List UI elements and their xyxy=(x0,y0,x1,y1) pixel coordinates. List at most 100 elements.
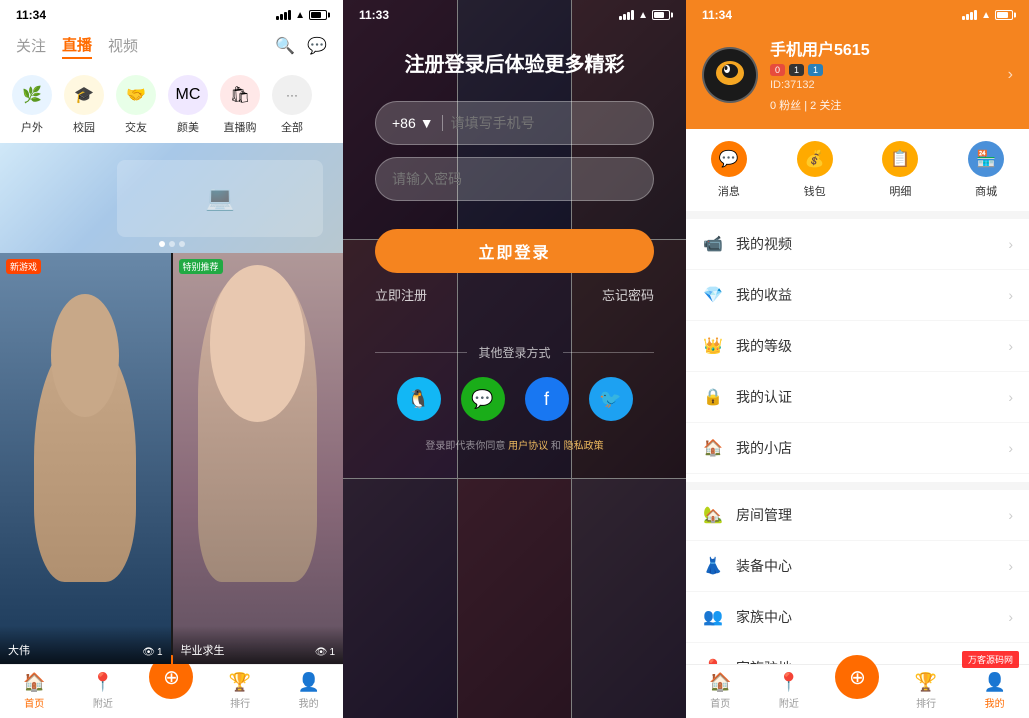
time-2: 11:33 xyxy=(359,8,389,22)
qq-login-btn[interactable]: 🐧 xyxy=(397,377,441,421)
shop-icon: 🏪 xyxy=(968,141,1004,177)
forgot-link[interactable]: 忘记密码 xyxy=(602,285,654,304)
tab-follow[interactable]: 关注 xyxy=(16,33,46,58)
profile-chevron-icon[interactable]: › xyxy=(1008,66,1013,84)
live3-icon: ⊕ xyxy=(835,655,879,699)
my-cert-icon: 🔒 xyxy=(702,386,724,408)
nav3-rank[interactable]: 🏆 排行 xyxy=(892,671,961,710)
login-button[interactable]: 立即登录 xyxy=(375,229,654,273)
family-center-icon: 👥 xyxy=(702,606,724,628)
phone-input[interactable] xyxy=(451,115,637,131)
stream-tag-0: 新游戏 xyxy=(6,259,41,274)
nav3-nearby[interactable]: 📍 附近 xyxy=(755,671,824,710)
family-center-chevron: › xyxy=(1008,609,1013,625)
nav-profile[interactable]: 👤 我的 xyxy=(274,671,343,710)
facebook-login-btn[interactable]: f xyxy=(525,377,569,421)
search-icon[interactable]: 🔍 xyxy=(275,36,295,56)
nav-live-btn[interactable]: ⊕ xyxy=(137,671,206,710)
tab-live[interactable]: 直播 xyxy=(62,32,92,59)
privacy-policy-link[interactable]: 隐私政策 xyxy=(564,441,604,452)
menu-list: 📹 我的视频 › 💎 我的收益 › 👑 我的等级 › 🔒 我的认证 › 🏠 xyxy=(686,219,1029,664)
login-agreement: 登录即代表你同意 用户协议 和 隐私政策 xyxy=(375,437,654,472)
badge-1: 1 xyxy=(789,64,804,76)
status-icons-3: ▲ xyxy=(962,10,1013,21)
nav-rank-label: 排行 xyxy=(230,695,250,710)
quick-details[interactable]: 📋 明细 xyxy=(858,141,944,199)
status-bar-1: 11:34 ▲ xyxy=(0,0,343,28)
profile-top: 手机用户5615 0 1 1 ID:37132 0 粉丝 | 2 关注 › xyxy=(702,36,1013,113)
quick-wallet[interactable]: 💰 钱包 xyxy=(772,141,858,199)
battery-icon-2 xyxy=(652,10,670,20)
my-income-icon: 💎 xyxy=(702,284,724,306)
battery-icon-1 xyxy=(309,10,327,20)
messages-label: 消息 xyxy=(718,183,740,199)
my-level-icon: 👑 xyxy=(702,335,724,357)
menu-my-store[interactable]: 🏠 我的小店 › xyxy=(686,423,1029,474)
stream-viewers-1: 👁 1 xyxy=(315,647,335,658)
quick-shop[interactable]: 🏪 商城 xyxy=(943,141,1029,199)
details-label: 明细 xyxy=(889,183,911,199)
category-outdoor[interactable]: 🌿 户外 xyxy=(8,75,56,135)
equipment-chevron: › xyxy=(1008,558,1013,574)
menu-my-cert[interactable]: 🔒 我的认证 › xyxy=(686,372,1029,423)
twitter-login-btn[interactable]: 🐦 xyxy=(589,377,633,421)
nav3-nearby-label: 附近 xyxy=(779,695,799,710)
signal-icon-3 xyxy=(962,10,977,20)
menu-my-video[interactable]: 📹 我的视频 › xyxy=(686,219,1029,270)
bottom-nav-1: 🏠 首页 📍 附近 ⊕ 🏆 排行 👤 我的 xyxy=(0,664,343,718)
banner-image: 💻 xyxy=(0,143,343,253)
category-shop[interactable]: 🛍 直播购 xyxy=(216,75,264,135)
quick-messages[interactable]: 💬 消息 xyxy=(686,141,772,199)
menu-my-income[interactable]: 💎 我的收益 › xyxy=(686,270,1029,321)
signal-icon-1 xyxy=(276,10,291,20)
my-cert-label: 我的认证 xyxy=(736,387,996,407)
status-bar-3: 11:34 ▲ xyxy=(686,0,1029,28)
home-icon: 🏠 xyxy=(23,671,45,693)
register-link[interactable]: 立即注册 xyxy=(375,285,427,304)
quick-menu: 💬 消息 💰 钱包 📋 明细 🏪 商城 xyxy=(686,129,1029,219)
shop-label: 商城 xyxy=(975,183,997,199)
nav-rank[interactable]: 🏆 排行 xyxy=(206,671,275,710)
menu-equipment[interactable]: 👗 装备中心 › xyxy=(686,541,1029,592)
stream-viewers-0: 👁 1 xyxy=(142,647,162,658)
wechat-login-btn[interactable]: 💬 xyxy=(461,377,505,421)
category-social[interactable]: 🤝 交友 xyxy=(112,75,160,135)
my-video-icon: 📹 xyxy=(702,233,724,255)
tab-video[interactable]: 视频 xyxy=(108,33,138,58)
category-campus[interactable]: 🎓 校园 xyxy=(60,75,108,135)
screen1-phone: 11:34 ▲ 关注 直播 视频 🔍 💬 🌿 户外 xyxy=(0,0,343,718)
category-beauty[interactable]: MC 颜美 xyxy=(164,75,212,135)
stream-card-1[interactable]: 特别推荐 毕业求生 👁 1 xyxy=(173,253,344,664)
nav3-live-btn[interactable]: ⊕ xyxy=(823,671,892,710)
password-input-wrap xyxy=(375,157,654,201)
stream-card-0[interactable]: 新游戏 大伟 👁 1 xyxy=(0,253,171,664)
password-input[interactable] xyxy=(392,171,637,187)
nav3-home[interactable]: 🏠 首页 xyxy=(686,671,755,710)
social-buttons: 🐧 💬 f 🐦 xyxy=(375,377,654,421)
wallet-label: 钱包 xyxy=(804,183,826,199)
screen3-phone: 11:34 ▲ xyxy=(686,0,1029,718)
nearby-icon: 📍 xyxy=(92,671,114,693)
nav3-home-label: 首页 xyxy=(710,695,730,710)
nav-profile-label: 我的 xyxy=(299,695,319,710)
menu-section-1: 📹 我的视频 › 💎 我的收益 › 👑 我的等级 › 🔒 我的认证 › 🏠 xyxy=(686,219,1029,474)
my-video-chevron: › xyxy=(1008,236,1013,252)
profile-stats: 0 粉丝 | 2 关注 xyxy=(770,97,996,113)
profile-badges: 0 1 1 xyxy=(770,64,996,76)
phone-input-wrap: +86 ▼ xyxy=(375,101,654,145)
nav-nearby[interactable]: 📍 附近 xyxy=(69,671,138,710)
nav-home[interactable]: 🏠 首页 xyxy=(0,671,69,710)
family-base-icon: 📍 xyxy=(702,657,724,664)
message-icon[interactable]: 💬 xyxy=(307,36,327,56)
stats-text: 0 粉丝 | 2 关注 xyxy=(770,97,841,113)
category-all[interactable]: ··· 全部 xyxy=(268,75,316,135)
menu-my-level[interactable]: 👑 我的等级 › xyxy=(686,321,1029,372)
wifi-icon-1: ▲ xyxy=(295,10,305,21)
nav-home-label: 首页 xyxy=(24,695,44,710)
profile-name: 手机用户5615 xyxy=(770,36,996,60)
menu-room-manage[interactable]: 🏡 房间管理 › xyxy=(686,490,1029,541)
nav3-profile[interactable]: 👤 我的 xyxy=(960,671,1029,710)
wifi-icon-2: ▲ xyxy=(638,10,648,21)
menu-family-center[interactable]: 👥 家族中心 › xyxy=(686,592,1029,643)
user-agreement-link[interactable]: 用户协议 xyxy=(508,441,548,452)
